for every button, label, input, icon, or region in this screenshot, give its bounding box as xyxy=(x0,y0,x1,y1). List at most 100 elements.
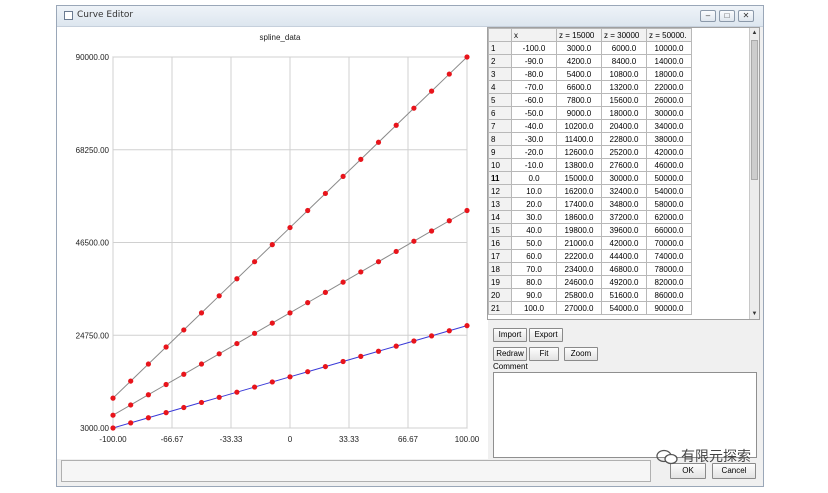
table-cell[interactable]: 50000.0 xyxy=(646,171,692,185)
row-header[interactable]: 14 xyxy=(488,210,512,224)
table-cell[interactable]: 16200.0 xyxy=(556,184,602,198)
table-cell[interactable]: 60.0 xyxy=(511,249,557,263)
minimize-button[interactable]: – xyxy=(700,10,716,22)
table-cell[interactable]: 44400.0 xyxy=(601,249,647,263)
table-row[interactable]: 5 -60.0 7800.0 15600.0 26000.0 xyxy=(488,93,692,107)
table-row[interactable]: 15 40.0 19800.0 39600.0 66000.0 xyxy=(488,223,692,237)
table-cell[interactable]: 30000.0 xyxy=(601,171,647,185)
table-cell[interactable]: 62000.0 xyxy=(646,210,692,224)
table-cell[interactable]: 15600.0 xyxy=(601,93,647,107)
fit-button[interactable]: Fit xyxy=(529,347,559,361)
scroll-down-arrow-icon[interactable]: ▼ xyxy=(750,309,759,319)
table-cell[interactable]: 0.0 xyxy=(511,171,557,185)
table-cell[interactable]: 40.0 xyxy=(511,223,557,237)
table-cell[interactable]: 19800.0 xyxy=(556,223,602,237)
column-header[interactable]: z = 15000 xyxy=(556,28,602,42)
row-header[interactable]: 4 xyxy=(488,80,512,94)
table-row[interactable]: 18 70.0 23400.0 46800.0 78000.0 xyxy=(488,262,692,276)
table-row[interactable]: 12 10.0 16200.0 32400.0 54000.0 xyxy=(488,184,692,198)
column-header[interactable] xyxy=(488,28,512,42)
column-header[interactable]: z = 30000 xyxy=(601,28,647,42)
table-row[interactable]: 14 30.0 18600.0 37200.0 62000.0 xyxy=(488,210,692,224)
table-cell[interactable]: -90.0 xyxy=(511,54,557,68)
table-cell[interactable]: 86000.0 xyxy=(646,288,692,302)
table-cell[interactable]: 10200.0 xyxy=(556,119,602,133)
table-cell[interactable]: -10.0 xyxy=(511,158,557,172)
table-cell[interactable]: 34000.0 xyxy=(646,119,692,133)
table-cell[interactable]: 25800.0 xyxy=(556,288,602,302)
row-header[interactable]: 17 xyxy=(488,249,512,263)
row-header[interactable]: 19 xyxy=(488,275,512,289)
export-button[interactable]: Export xyxy=(529,328,563,342)
table-cell[interactable]: 10000.0 xyxy=(646,41,692,55)
table-cell[interactable]: 9000.0 xyxy=(556,106,602,120)
table-cell[interactable]: 25200.0 xyxy=(601,145,647,159)
row-header[interactable]: 7 xyxy=(488,119,512,133)
table-cell[interactable]: 51600.0 xyxy=(601,288,647,302)
table-row[interactable]: 4 -70.0 6600.0 13200.0 22000.0 xyxy=(488,80,692,94)
table-cell[interactable]: 8400.0 xyxy=(601,54,647,68)
table-cell[interactable]: -70.0 xyxy=(511,80,557,94)
row-header[interactable]: 15 xyxy=(488,223,512,237)
table-row[interactable]: 1 -100.0 3000.0 6000.0 10000.0 xyxy=(488,41,692,55)
table-cell[interactable]: 18000.0 xyxy=(646,67,692,81)
table-cell[interactable]: 27600.0 xyxy=(601,158,647,172)
table-cell[interactable]: 46000.0 xyxy=(646,158,692,172)
table-cell[interactable]: 46800.0 xyxy=(601,262,647,276)
table-cell[interactable]: 13800.0 xyxy=(556,158,602,172)
table-cell[interactable]: 78000.0 xyxy=(646,262,692,276)
table-cell[interactable]: 22200.0 xyxy=(556,249,602,263)
table-cell[interactable]: 54000.0 xyxy=(601,301,647,315)
plot-area[interactable]: -100.00 -66.67 -33.33 0 33.33 66.67 100.00 3000… xyxy=(57,27,488,459)
table-cell[interactable]: -60.0 xyxy=(511,93,557,107)
table-row[interactable]: 3 -80.0 5400.0 10800.0 18000.0 xyxy=(488,67,692,81)
row-header[interactable]: 2 xyxy=(488,54,512,68)
row-header[interactable]: 11 xyxy=(488,171,512,185)
table-cell[interactable]: 10800.0 xyxy=(601,67,647,81)
table-cell[interactable]: 22000.0 xyxy=(646,80,692,94)
table-cell[interactable]: 66000.0 xyxy=(646,223,692,237)
table-cell[interactable]: 6600.0 xyxy=(556,80,602,94)
table-cell[interactable]: 42000.0 xyxy=(646,145,692,159)
row-header[interactable]: 20 xyxy=(488,288,512,302)
column-header[interactable]: x xyxy=(511,28,557,42)
table-cell[interactable]: 11400.0 xyxy=(556,132,602,146)
table-cell[interactable]: 74000.0 xyxy=(646,249,692,263)
row-header[interactable]: 13 xyxy=(488,197,512,211)
table-cell[interactable]: 54000.0 xyxy=(646,184,692,198)
table-cell[interactable]: -40.0 xyxy=(511,119,557,133)
table-cell[interactable]: 90000.0 xyxy=(646,301,692,315)
table-row[interactable]: 19 80.0 24600.0 49200.0 82000.0 xyxy=(488,275,692,289)
table-cell[interactable]: 22800.0 xyxy=(601,132,647,146)
row-header[interactable]: 12 xyxy=(488,184,512,198)
row-header[interactable]: 21 xyxy=(488,301,512,315)
table-cell[interactable]: 32400.0 xyxy=(601,184,647,198)
table-cell[interactable]: 30.0 xyxy=(511,210,557,224)
table-cell[interactable]: 70.0 xyxy=(511,262,557,276)
table-row[interactable]: 13 20.0 17400.0 34800.0 58000.0 xyxy=(488,197,692,211)
row-header[interactable]: 10 xyxy=(488,158,512,172)
table-cell[interactable]: 80.0 xyxy=(511,275,557,289)
table-cell[interactable]: 70000.0 xyxy=(646,236,692,250)
row-header[interactable]: 5 xyxy=(488,93,512,107)
table-row[interactable]: 10 -10.0 13800.0 27600.0 46000.0 xyxy=(488,158,692,172)
table-cell[interactable]: 39600.0 xyxy=(601,223,647,237)
row-header[interactable]: 1 xyxy=(488,41,512,55)
table-cell[interactable]: -20.0 xyxy=(511,145,557,159)
table-row[interactable]: 6 -50.0 9000.0 18000.0 30000.0 xyxy=(488,106,692,120)
row-header[interactable]: 9 xyxy=(488,145,512,159)
table-cell[interactable]: 5400.0 xyxy=(556,67,602,81)
table-row[interactable]: 16 50.0 21000.0 42000.0 70000.0 xyxy=(488,236,692,250)
table-cell[interactable]: 27000.0 xyxy=(556,301,602,315)
table-scrollbar[interactable]: ▲ ▼ xyxy=(749,28,759,319)
table-cell[interactable]: 49200.0 xyxy=(601,275,647,289)
table-cell[interactable]: 23400.0 xyxy=(556,262,602,276)
close-button[interactable]: ✕ xyxy=(738,10,754,22)
table-cell[interactable]: -80.0 xyxy=(511,67,557,81)
redraw-button[interactable]: Redraw xyxy=(493,347,527,361)
zoom-button[interactable]: Zoom xyxy=(564,347,598,361)
table-cell[interactable]: 7800.0 xyxy=(556,93,602,107)
table-cell[interactable]: 24600.0 xyxy=(556,275,602,289)
table-row[interactable]: 11 0.0 15000.0 30000.0 50000.0 xyxy=(488,171,692,185)
table-cell[interactable]: 18600.0 xyxy=(556,210,602,224)
